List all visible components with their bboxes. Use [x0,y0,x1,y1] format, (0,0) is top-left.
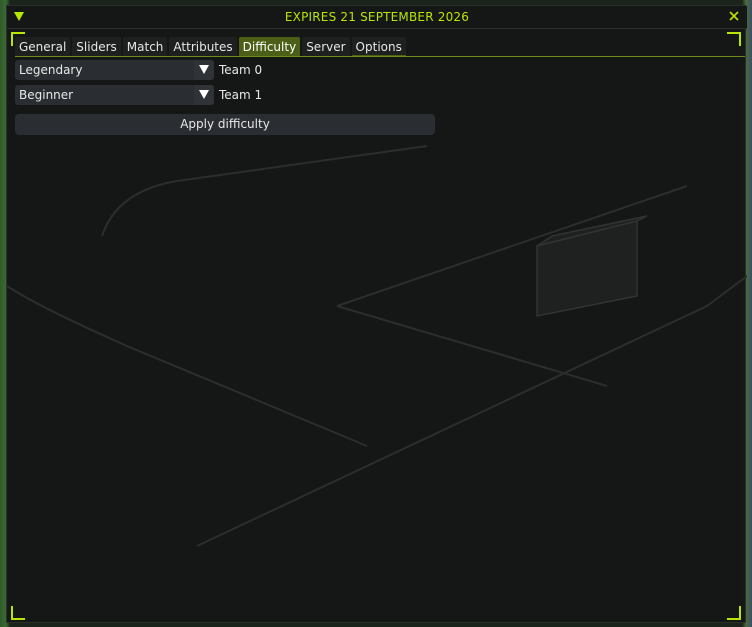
triangle-down-icon [199,90,209,99]
tab-general[interactable]: General [15,37,71,57]
tab-bar: General Sliders Match Attributes Difficu… [15,37,406,57]
tab-match[interactable]: Match [122,37,168,57]
team0-difficulty-row: Legendary Team 0 [15,60,262,80]
team0-difficulty-select[interactable]: Legendary [15,60,214,80]
team0-difficulty-value: Legendary [19,63,83,77]
triangle-down-icon [199,65,209,74]
window-title: EXPIRES 21 SEPTEMBER 2026 [284,10,470,24]
tab-attributes[interactable]: Attributes [169,37,237,57]
apply-difficulty-button[interactable]: Apply difficulty [15,114,435,135]
dropdown-arrow-icon[interactable] [194,60,214,80]
tab-sliders[interactable]: Sliders [72,37,121,57]
tab-server[interactable]: Server [302,37,350,57]
tab-difficulty[interactable]: Difficulty [238,37,301,57]
dropdown-arrow-icon[interactable] [194,85,214,105]
team1-label: Team 1 [219,88,263,102]
difficulty-window: EXPIRES 21 SEPTEMBER 2026 General Slider… [6,5,747,623]
team1-difficulty-select[interactable]: Beginner [15,85,214,105]
team1-difficulty-row: Beginner Team 1 [15,85,262,105]
team1-difficulty-value: Beginner [19,88,74,102]
corner-bracket-top-right [727,32,741,46]
corner-bracket-bottom-right [727,606,741,620]
tab-options[interactable]: Options [351,37,406,57]
title-bar: EXPIRES 21 SEPTEMBER 2026 [7,6,747,29]
corner-bracket-bottom-left [11,606,25,620]
tab-underline [15,56,745,57]
team0-label: Team 0 [219,63,263,77]
close-icon[interactable] [727,9,741,23]
